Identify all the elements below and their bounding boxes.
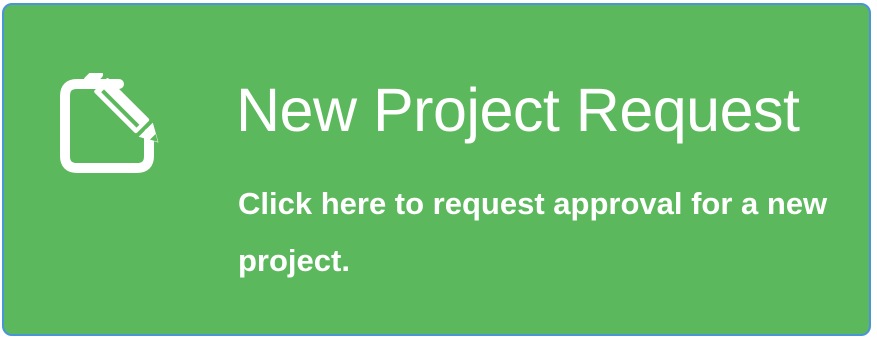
new-project-request-card[interactable]: New Project Request Click here to reques… <box>2 3 871 336</box>
card-title: New Project Request <box>236 76 800 144</box>
edit-icon <box>59 73 184 173</box>
card-description: Click here to request approval for a new… <box>238 186 828 278</box>
